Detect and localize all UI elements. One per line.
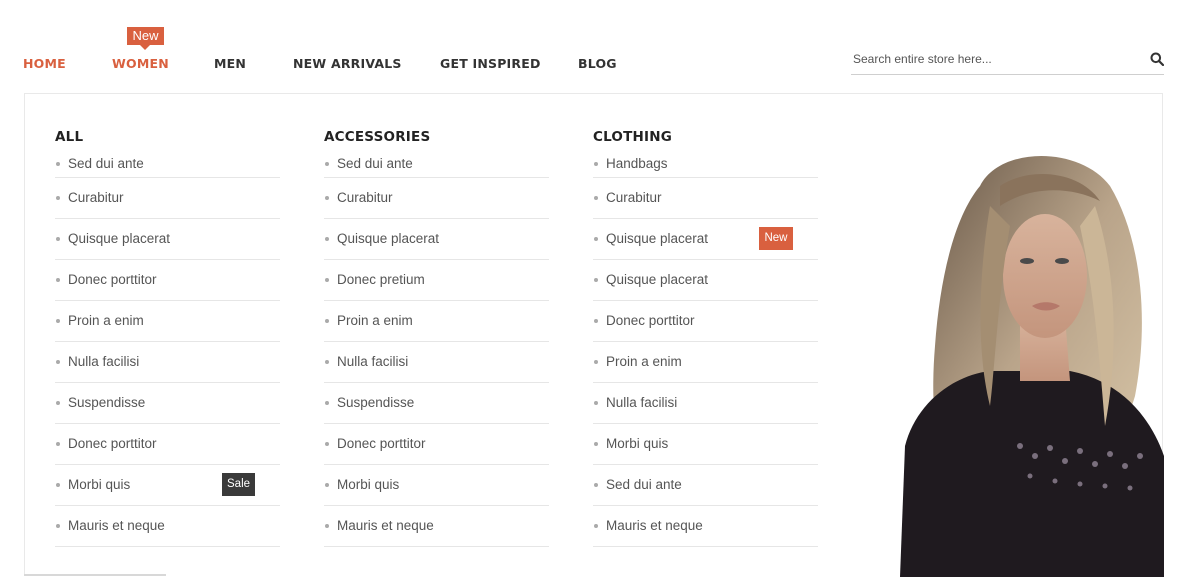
list-item[interactable]: Suspendisse [324,383,549,424]
model-photo [900,156,1164,577]
list-item[interactable]: Quisque placerat [324,219,549,260]
list-item[interactable]: Proin a enim [593,342,818,383]
list-item[interactable]: Proin a enim [55,301,280,342]
menu-column-clothing: CLOTHING Handbags Curabitur Quisque plac… [593,129,818,547]
list-item[interactable]: Donec porttitor [593,301,818,342]
nav-get-inspired[interactable]: GET INSPIRED [440,56,541,71]
list-item[interactable]: Mauris et neque [324,506,549,547]
list-item[interactable]: Quisque placerat [593,260,818,301]
main-navigation: HOME New WOMEN MEN NEW ARRIVALS GET INSP… [0,0,1194,92]
list-item[interactable]: Donec porttitor [55,424,280,465]
column-title: ALL [55,129,84,145]
search-input[interactable] [851,48,1133,70]
nav-home[interactable]: HOME [23,56,66,71]
nav-women[interactable]: WOMEN [112,56,169,71]
list-item[interactable]: Morbi quis [324,465,549,506]
list-item[interactable]: Handbags [593,151,818,178]
list-item[interactable]: Proin a enim [324,301,549,342]
list-item[interactable]: Nulla facilisi [55,342,280,383]
list-item[interactable]: Morbi quis [593,424,818,465]
search-icon[interactable] [1150,52,1164,66]
list-item[interactable]: Sed dui ante [324,151,549,178]
list-item[interactable]: Quisque placerat New [593,219,818,260]
list-item[interactable]: Nulla facilisi [324,342,549,383]
column-title: ACCESSORIES [324,129,431,145]
list-item[interactable]: Donec pretium [324,260,549,301]
mega-menu-panel: ALL Sed dui ante Curabitur Quisque place… [24,93,1164,577]
list-item[interactable]: Curabitur [324,178,549,219]
nav-blog[interactable]: BLOG [578,56,617,71]
women-new-badge: New [127,27,164,50]
list-item[interactable]: Suspendisse [55,383,280,424]
list-item[interactable]: Curabitur [55,178,280,219]
list-item[interactable]: Sed dui ante [55,151,280,178]
menu-column-accessories: ACCESSORIES Sed dui ante Curabitur Quisq… [324,129,549,547]
search-box [851,48,1164,75]
nav-new-arrivals[interactable]: NEW ARRIVALS [293,56,402,71]
sale-badge: Sale [222,473,255,496]
nav-men[interactable]: MEN [214,56,246,71]
list-item[interactable]: Morbi quis Sale [55,465,280,506]
list-item[interactable]: Curabitur [593,178,818,219]
list-item[interactable]: Mauris et neque [593,506,818,547]
list-item[interactable]: Sed dui ante [593,465,818,506]
list-item[interactable]: Donec porttitor [324,424,549,465]
list-item[interactable]: Donec porttitor [55,260,280,301]
column-title: CLOTHING [593,129,673,145]
list-item[interactable]: Nulla facilisi [593,383,818,424]
menu-column-all: ALL Sed dui ante Curabitur Quisque place… [55,129,280,547]
list-item[interactable]: Mauris et neque [55,506,280,547]
new-badge: New [759,227,793,250]
list-item[interactable]: Quisque placerat [55,219,280,260]
